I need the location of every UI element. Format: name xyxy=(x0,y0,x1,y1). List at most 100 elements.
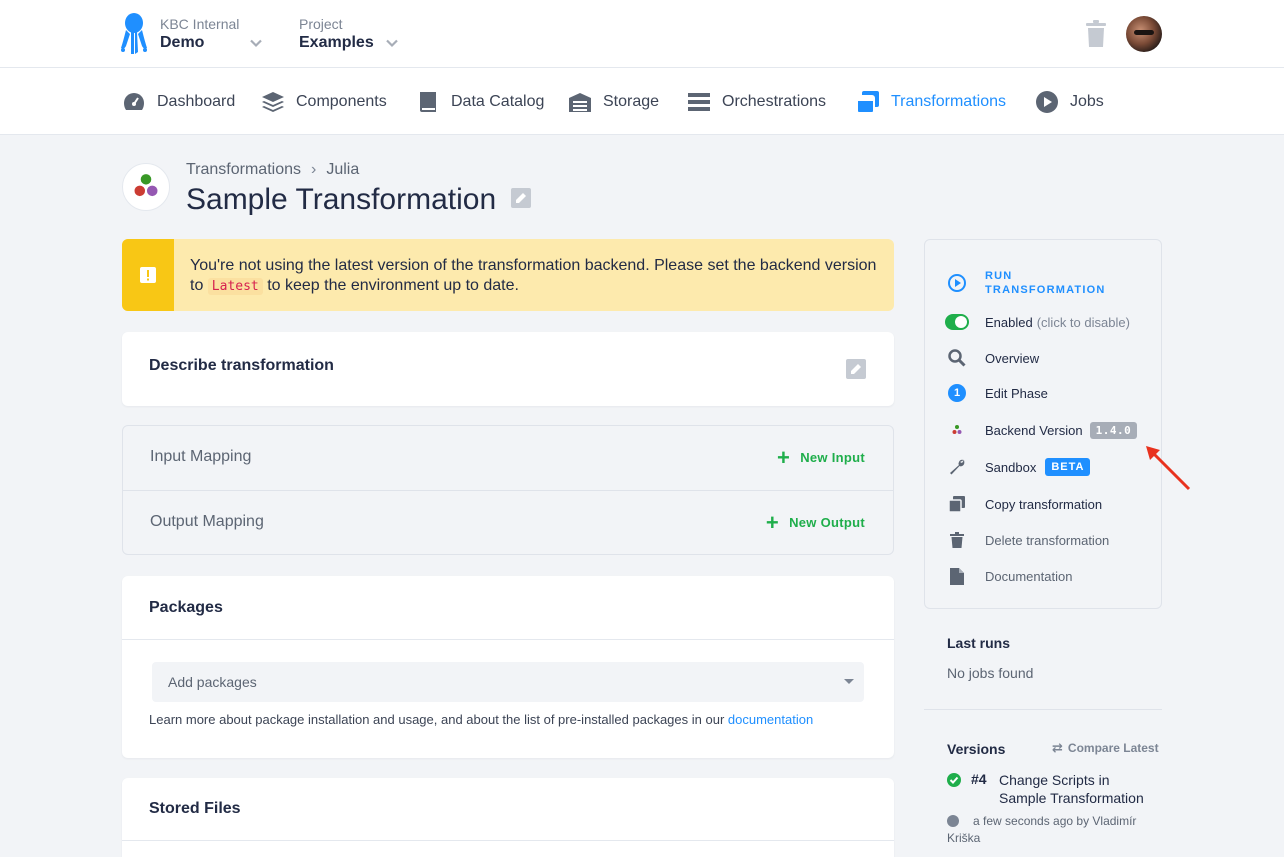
bars-icon xyxy=(688,93,710,111)
alert-code-latest: Latest xyxy=(207,278,263,295)
layers-icon xyxy=(262,92,284,112)
new-output-button[interactable]: + New Output xyxy=(765,509,865,535)
nav-label: Jobs xyxy=(1070,93,1104,110)
caret-down-icon xyxy=(844,679,854,684)
input-mapping-row[interactable]: Input Mapping + New Input xyxy=(123,426,893,490)
play-circle-icon xyxy=(948,274,966,292)
trash-icon[interactable] xyxy=(1084,20,1108,48)
packages-card: Packages Add packages Learn more about p… xyxy=(122,576,894,758)
new-input-label: New Input xyxy=(800,450,865,465)
plus-icon: + xyxy=(765,509,780,535)
play-circle-icon xyxy=(1036,91,1058,113)
window-restore-icon xyxy=(856,91,879,114)
version-description: Change Scripts in Sample Transformation xyxy=(999,772,1144,806)
nav-label: Orchestrations xyxy=(722,93,827,110)
documentation-button[interactable]: Documentation xyxy=(945,566,1072,586)
overview-label: Overview xyxy=(985,350,1040,366)
divider xyxy=(122,840,894,841)
new-input-button[interactable]: + New Input xyxy=(777,444,865,470)
nav-item-components[interactable]: Components xyxy=(261,90,387,114)
packages-title: Packages xyxy=(149,599,223,616)
output-mapping-row[interactable]: Output Mapping + New Output xyxy=(123,490,893,554)
stored-files-card: Stored Files xyxy=(122,778,894,857)
sidebar-actions: RUN TRANSFORMATION Enabled (click to disa… xyxy=(924,239,1162,609)
organization-label: KBC Internal xyxy=(160,16,240,32)
toggle-switch[interactable] xyxy=(945,314,969,330)
julia-logo-icon xyxy=(952,425,962,434)
nav-item-transformations[interactable]: Transformations xyxy=(856,90,1006,114)
chevron-down-icon xyxy=(250,39,263,48)
user-avatar[interactable] xyxy=(1126,16,1162,52)
edit-phase-button[interactable]: 1 Edit Phase xyxy=(945,383,1048,403)
add-packages-select[interactable]: Add packages xyxy=(152,662,864,702)
compare-latest-label: Compare Latest xyxy=(1067,741,1159,755)
file-icon xyxy=(950,567,964,585)
nav-item-data-catalog[interactable]: Data Catalog xyxy=(416,90,544,114)
wrench-icon xyxy=(950,459,965,475)
documentation-link[interactable]: documentation xyxy=(728,712,813,727)
organization-selector[interactable]: KBC Internal Demo xyxy=(160,16,263,54)
nav-item-jobs[interactable]: Jobs xyxy=(1035,90,1104,114)
run-transformation-button[interactable]: RUN TRANSFORMATION xyxy=(945,269,1105,297)
edit-title-icon[interactable] xyxy=(511,188,531,208)
backend-version-alert: You're not using the latest version of t… xyxy=(122,239,894,311)
divider xyxy=(924,709,1162,710)
project-selector[interactable]: Project Examples xyxy=(299,16,398,54)
delete-transformation-button[interactable]: Delete transformation xyxy=(945,530,1109,550)
run-label-line1: RUN xyxy=(985,270,1013,282)
chevron-down-icon xyxy=(385,39,398,48)
packages-help-sentence: Learn more about package installation an… xyxy=(149,712,725,727)
version-number: #4 xyxy=(971,771,987,787)
nav-label: Transformations xyxy=(891,93,1006,110)
sandbox-label: Sandbox xyxy=(985,459,1037,475)
book-icon xyxy=(420,92,436,112)
versions-title: Versions xyxy=(947,741,1006,757)
overview-button[interactable]: Overview xyxy=(945,348,1039,368)
page-title: Sample Transformation xyxy=(186,183,497,216)
alert-icon-strip xyxy=(122,239,174,311)
documentation-label: Documentation xyxy=(985,568,1073,584)
backend-version-button[interactable]: Backend Version 1.4.0 xyxy=(945,420,1138,440)
organization-name: Demo xyxy=(160,34,205,51)
alert-text-after: to keep the environment up to date. xyxy=(267,277,519,294)
nav-label: Data Catalog xyxy=(451,93,545,110)
plus-icon: + xyxy=(777,444,791,470)
alert-message: You're not using the latest version of t… xyxy=(190,256,880,297)
copy-transformation-button[interactable]: Copy transformation xyxy=(945,494,1102,514)
nav-item-orchestrations[interactable]: Orchestrations xyxy=(687,90,826,114)
project-name: Examples xyxy=(299,34,374,51)
breadcrumb-link-transformations[interactable]: Transformations xyxy=(186,161,301,179)
backend-version-label: Backend Version xyxy=(985,422,1083,438)
beta-badge: BETA xyxy=(1045,458,1091,476)
breadcrumb-current: Julia xyxy=(326,161,360,178)
edit-phase-label: Edit Phase xyxy=(985,385,1048,401)
sandbox-button[interactable]: Sandbox BETA xyxy=(945,457,1091,477)
annotation-arrow-icon xyxy=(1146,446,1191,491)
backend-version-badge: 1.4.0 xyxy=(1089,421,1138,439)
run-label-line2: TRANSFORMATION xyxy=(985,284,1106,296)
nav-item-dashboard[interactable]: Dashboard xyxy=(122,90,235,114)
nav-label: Storage xyxy=(603,93,660,110)
nav-item-storage[interactable]: Storage xyxy=(568,90,659,114)
chevron-right-icon: › xyxy=(311,161,317,178)
describe-title: Describe transformation xyxy=(149,357,334,374)
mapping-panel: Input Mapping + New Input Output Mapping… xyxy=(122,425,894,555)
breadcrumb: Transformations › Julia xyxy=(186,161,359,179)
divider xyxy=(122,639,894,640)
main-navigation: Dashboard Components Data Catalog Storag… xyxy=(0,68,1284,135)
input-mapping-label: Input Mapping xyxy=(150,448,252,465)
output-mapping-label: Output Mapping xyxy=(150,513,264,530)
keboola-logo-icon[interactable] xyxy=(120,12,148,56)
describe-transformation-card: Describe transformation xyxy=(122,332,894,406)
trash-icon xyxy=(950,532,964,548)
exchange-icon: ⇄ xyxy=(1052,740,1063,755)
compare-latest-button[interactable]: ⇄ Compare Latest xyxy=(1052,740,1159,756)
julia-logo-icon xyxy=(122,163,170,211)
enabled-toggle[interactable]: Enabled (click to disable) xyxy=(945,312,1130,332)
delete-label: Delete transformation xyxy=(985,532,1110,548)
check-circle-icon xyxy=(947,773,961,787)
dashboard-icon xyxy=(124,93,144,110)
search-icon xyxy=(948,349,966,367)
edit-description-icon[interactable] xyxy=(846,359,866,379)
new-output-label: New Output xyxy=(789,515,865,530)
